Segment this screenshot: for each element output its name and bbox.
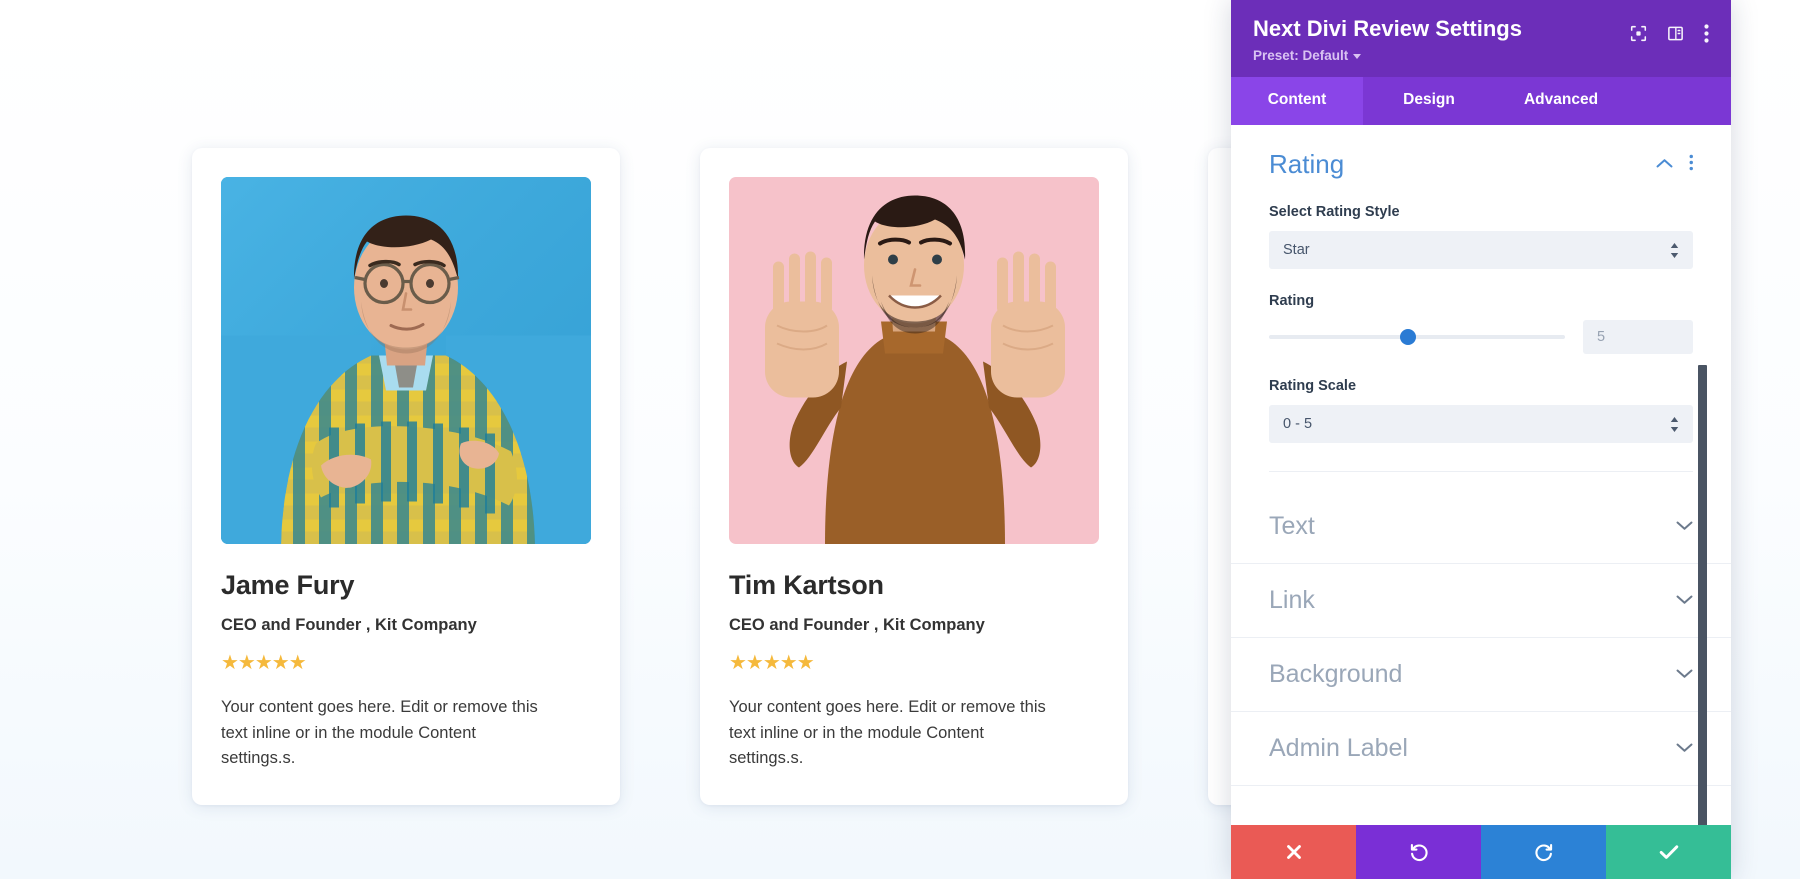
redo-button[interactable] bbox=[1481, 825, 1606, 879]
rating-slider-row: 5 bbox=[1269, 320, 1693, 355]
module-settings-panel: Next Divi Review Settings Preset: Defaul… bbox=[1231, 0, 1731, 879]
rating-slider-label: Rating bbox=[1269, 293, 1315, 310]
section-text[interactable]: Text bbox=[1231, 490, 1731, 565]
chevron-down-icon bbox=[1353, 54, 1362, 60]
reviewer-name: Tim Kartson bbox=[729, 570, 884, 600]
rating-value-input[interactable]: 5 bbox=[1583, 320, 1693, 355]
kebab-menu-icon[interactable] bbox=[1704, 24, 1709, 43]
rating-scale-select[interactable]: 0 - 5 bbox=[1269, 405, 1693, 444]
spinner-arrows-icon bbox=[1670, 416, 1679, 432]
panel-scrollbar-thumb[interactable] bbox=[1698, 365, 1707, 825]
tab-advanced[interactable]: Advanced bbox=[1495, 77, 1627, 125]
rating-slider[interactable] bbox=[1269, 324, 1565, 350]
rating-style-select[interactable]: Star bbox=[1269, 231, 1693, 270]
reviewer-name: Jame Fury bbox=[221, 570, 355, 600]
section-rating-title: Rating bbox=[1269, 149, 1345, 180]
chevron-up-icon[interactable] bbox=[1656, 156, 1673, 174]
preset-selector[interactable]: Preset: Default bbox=[1253, 48, 1522, 63]
panel-tabs: Content Design Advanced bbox=[1231, 77, 1731, 126]
section-background-title: Background bbox=[1269, 660, 1403, 689]
tab-design[interactable]: Design bbox=[1363, 77, 1495, 125]
save-button[interactable] bbox=[1606, 825, 1731, 879]
rating-stars: ★★★★★ bbox=[729, 652, 815, 674]
section-rating-header[interactable]: Rating bbox=[1269, 149, 1693, 180]
section-rating: Rating Select Rating Style Star Rating 5… bbox=[1231, 125, 1731, 490]
close-button[interactable] bbox=[1231, 825, 1356, 879]
section-link[interactable]: Link bbox=[1231, 564, 1731, 639]
panel-scroll-area: Rating Select Rating Style Star Rating 5… bbox=[1231, 125, 1731, 825]
chevron-down-icon[interactable] bbox=[1676, 666, 1693, 684]
rating-style-label: Select Rating Style bbox=[1269, 204, 1400, 221]
focus-icon[interactable] bbox=[1630, 25, 1647, 42]
reviewer-role: CEO and Founder , Kit Company bbox=[729, 616, 985, 634]
section-rating-controls bbox=[1656, 154, 1694, 176]
rating-stars: ★★★★★ bbox=[221, 652, 307, 674]
reviewer-role: CEO and Founder , Kit Company bbox=[221, 616, 477, 634]
rating-scale-label: Rating Scale bbox=[1269, 378, 1357, 395]
chevron-down-icon[interactable] bbox=[1676, 740, 1693, 758]
review-text: Your content goes here. Edit or remove t… bbox=[729, 698, 1046, 768]
rating-scale-value: 0 - 5 bbox=[1283, 416, 1313, 433]
section-divider bbox=[1269, 471, 1693, 473]
tab-content[interactable]: Content bbox=[1231, 77, 1363, 126]
rating-style-value: Star bbox=[1283, 242, 1310, 259]
section-text-title: Text bbox=[1269, 512, 1315, 541]
review-photo bbox=[221, 177, 591, 544]
review-card[interactable]: Tim Kartson CEO and Founder , Kit Compan… bbox=[700, 148, 1128, 806]
preset-label: Preset: Default bbox=[1253, 48, 1349, 64]
chevron-down-icon[interactable] bbox=[1676, 592, 1693, 610]
panel-body: Rating Select Rating Style Star Rating 5… bbox=[1231, 125, 1731, 825]
undo-button[interactable] bbox=[1356, 825, 1481, 879]
panel-footer bbox=[1231, 825, 1731, 879]
section-admin-label[interactable]: Admin Label bbox=[1231, 712, 1731, 787]
panel-header-icons bbox=[1630, 16, 1709, 43]
review-card[interactable]: Jame Fury CEO and Founder , Kit Company … bbox=[192, 148, 620, 806]
review-photo bbox=[729, 177, 1099, 544]
panel-header: Next Divi Review Settings Preset: Defaul… bbox=[1231, 0, 1731, 78]
section-admin-label-title: Admin Label bbox=[1269, 734, 1408, 763]
panel-title: Next Divi Review Settings bbox=[1253, 16, 1522, 41]
chevron-down-icon[interactable] bbox=[1676, 518, 1693, 536]
rating-slider-thumb[interactable] bbox=[1400, 329, 1417, 346]
section-background[interactable]: Background bbox=[1231, 638, 1731, 713]
section-kebab-icon[interactable] bbox=[1689, 154, 1694, 176]
panel-layout-icon[interactable] bbox=[1667, 25, 1684, 42]
spinner-arrows-icon bbox=[1670, 242, 1679, 258]
section-link-title: Link bbox=[1269, 586, 1315, 615]
rating-slider-track bbox=[1269, 335, 1565, 340]
review-text: Your content goes here. Edit or remove t… bbox=[221, 698, 538, 768]
